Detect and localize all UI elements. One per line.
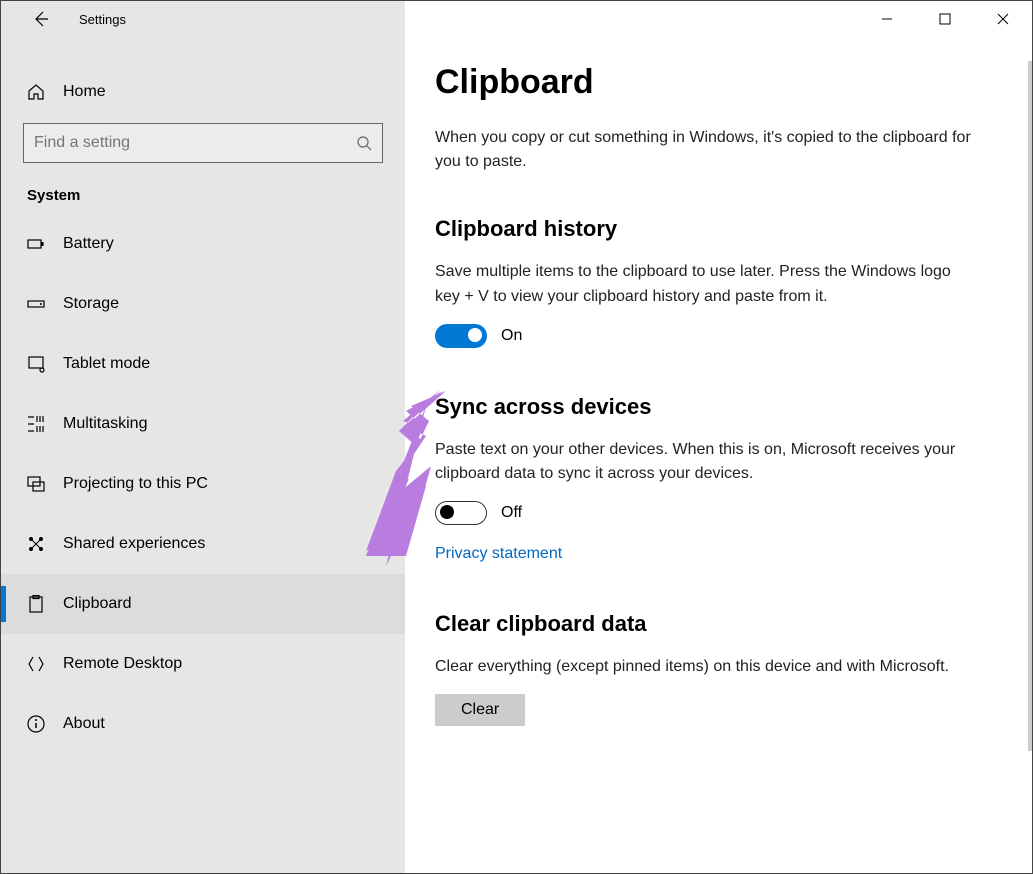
storage-icon	[27, 295, 45, 313]
about-icon	[27, 715, 45, 733]
content-area: Clipboard When you copy or cut something…	[405, 1, 1032, 873]
home-label: Home	[63, 83, 106, 101]
search-input[interactable]	[34, 134, 356, 152]
nav-label: Storage	[63, 295, 119, 313]
scrollbar[interactable]	[1028, 61, 1032, 751]
home-icon	[27, 83, 45, 101]
search-icon	[356, 135, 372, 151]
clipboard-icon	[27, 595, 45, 613]
home-nav[interactable]: Home	[1, 73, 405, 111]
back-button[interactable]	[31, 9, 51, 29]
multitasking-icon	[27, 415, 45, 433]
section-label: System	[27, 187, 405, 204]
sync-title: Sync across devices	[435, 394, 994, 420]
projecting-icon	[27, 475, 45, 493]
clear-button[interactable]: Clear	[435, 694, 525, 726]
battery-icon	[27, 235, 45, 253]
privacy-link[interactable]: Privacy statement	[435, 545, 562, 563]
nav-battery[interactable]: Battery	[1, 214, 405, 274]
nav-label: Remote Desktop	[63, 655, 182, 673]
history-toggle[interactable]	[435, 324, 487, 348]
history-toggle-row: On	[435, 324, 994, 348]
history-desc: Save multiple items to the clipboard to …	[435, 260, 975, 310]
window-title: Settings	[79, 12, 126, 27]
page-title: Clipboard	[435, 63, 994, 102]
sync-toggle[interactable]	[435, 501, 487, 525]
nav-label: Multitasking	[63, 415, 147, 433]
sync-toggle-row: Off	[435, 501, 994, 525]
nav-label: About	[63, 715, 105, 733]
nav-tablet[interactable]: Tablet mode	[1, 334, 405, 394]
search-box[interactable]	[23, 123, 383, 163]
nav-label: Tablet mode	[63, 355, 150, 373]
nav-shared[interactable]: Shared experiences	[1, 514, 405, 574]
clear-title: Clear clipboard data	[435, 611, 994, 637]
nav-label: Projecting to this PC	[63, 475, 208, 493]
sync-desc: Paste text on your other devices. When t…	[435, 438, 975, 488]
settings-window: Settings Home System Battery Storage	[1, 1, 1032, 873]
main-content: Clipboard When you copy or cut something…	[405, 1, 1032, 873]
titlebar: Settings	[1, 1, 405, 37]
nav-label: Shared experiences	[63, 535, 205, 553]
remote-icon	[27, 655, 45, 673]
sync-toggle-label: Off	[501, 504, 522, 522]
clear-desc: Clear everything (except pinned items) o…	[435, 655, 975, 680]
back-arrow-icon	[33, 11, 49, 27]
nav-projecting[interactable]: Projecting to this PC	[1, 454, 405, 514]
nav-multitasking[interactable]: Multitasking	[1, 394, 405, 454]
page-desc: When you copy or cut something in Window…	[435, 126, 975, 174]
nav-list: Battery Storage Tablet mode Multitasking…	[1, 214, 405, 754]
sidebar: Settings Home System Battery Storage	[1, 1, 405, 873]
history-toggle-label: On	[501, 327, 522, 345]
tablet-icon	[27, 355, 45, 373]
nav-about[interactable]: About	[1, 694, 405, 754]
nav-label: Clipboard	[63, 595, 131, 613]
nav-clipboard[interactable]: Clipboard	[1, 574, 405, 634]
history-title: Clipboard history	[435, 216, 994, 242]
nav-remote[interactable]: Remote Desktop	[1, 634, 405, 694]
nav-label: Battery	[63, 235, 114, 253]
shared-icon	[27, 535, 45, 553]
nav-storage[interactable]: Storage	[1, 274, 405, 334]
